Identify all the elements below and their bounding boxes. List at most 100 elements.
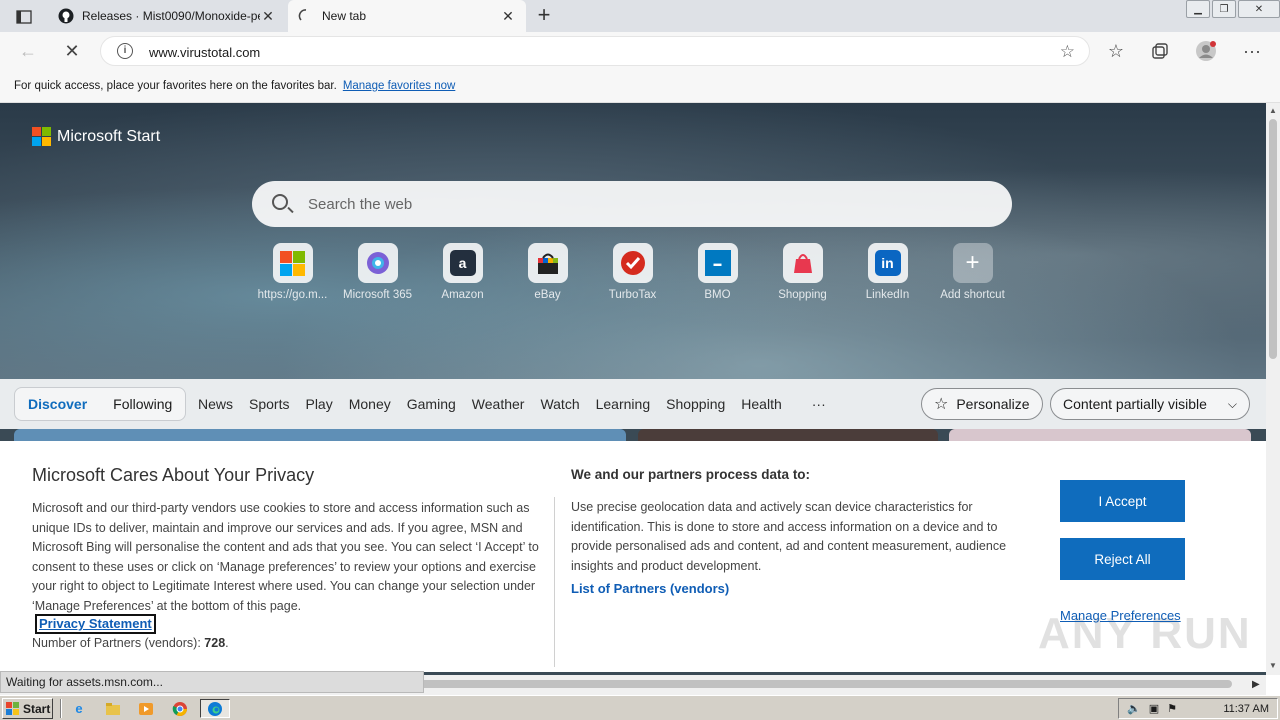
- shortcuts-row: https://go.m... Microsoft 365 a Amazon e…: [250, 243, 1015, 301]
- minimize-button[interactable]: ▁: [1186, 0, 1210, 18]
- favorites-hint: For quick access, place your favorites h…: [14, 80, 337, 92]
- shopping-icon: [782, 243, 823, 283]
- nav-gaming[interactable]: Gaming: [407, 396, 456, 412]
- amazon-icon: a: [442, 243, 483, 283]
- shortcut-amazon[interactable]: a Amazon: [420, 243, 505, 301]
- browser-toolbar: ← ✕ i www.virustotal.com ☆ ☆ ···: [0, 32, 1280, 70]
- dialog-divider: [554, 497, 555, 667]
- nav-sports[interactable]: Sports: [249, 396, 289, 412]
- shortcut-shopping[interactable]: Shopping: [760, 243, 845, 301]
- partners-count-suffix: .: [225, 636, 229, 650]
- search-input[interactable]: [308, 181, 988, 227]
- nav-weather[interactable]: Weather: [472, 396, 525, 412]
- content-visibility-dropdown[interactable]: Content partially visible ⌵: [1050, 388, 1250, 420]
- shortcut-linkedin[interactable]: in LinkedIn: [845, 243, 930, 301]
- favorites-bar: For quick access, place your favorites h…: [0, 70, 1280, 103]
- shortcut-turbotax[interactable]: TurboTax: [590, 243, 675, 301]
- shortcut-label: eBay: [534, 289, 561, 301]
- collections-icon: [1152, 43, 1168, 59]
- privacy-statement-link[interactable]: Privacy Statement: [35, 614, 156, 634]
- status-bar: Waiting for assets.msn.com...: [0, 671, 424, 693]
- personalize-label: Personalize: [956, 396, 1030, 412]
- shortcut-label: Amazon: [441, 289, 484, 301]
- profile-button[interactable]: [1192, 38, 1220, 64]
- process-description: Use precise geolocation data and activel…: [571, 500, 1007, 573]
- vertical-scrollbar[interactable]: ▲ ▼: [1266, 103, 1280, 675]
- microsoft-start-logo[interactable]: Microsoft Start: [32, 127, 160, 146]
- manage-preferences-link[interactable]: Manage Preferences: [1060, 608, 1181, 623]
- nav-learning[interactable]: Learning: [596, 396, 651, 412]
- close-tab-icon[interactable]: ✕: [500, 8, 516, 25]
- category-links: News Sports Play Money Gaming Weather Wa…: [190, 387, 834, 421]
- tab-discover[interactable]: Discover: [15, 396, 100, 412]
- network-icon[interactable]: ▣: [1149, 702, 1159, 715]
- chrome-icon[interactable]: [169, 699, 191, 718]
- search-icon: [272, 194, 288, 210]
- nav-money[interactable]: Money: [349, 396, 391, 412]
- nav-play[interactable]: Play: [305, 396, 332, 412]
- new-tab-button[interactable]: +: [532, 4, 556, 28]
- nav-shopping[interactable]: Shopping: [666, 396, 725, 412]
- search-box: [252, 181, 1012, 227]
- nav-news[interactable]: News: [198, 396, 233, 412]
- edge-icon[interactable]: [200, 699, 230, 718]
- partners-count-text: Number of Partners (vendors): 728.: [32, 636, 229, 650]
- shortcut-label: LinkedIn: [865, 289, 910, 301]
- close-window-button[interactable]: ✕: [1238, 0, 1280, 18]
- accept-button[interactable]: I Accept: [1060, 480, 1185, 522]
- scroll-thumb[interactable]: [1269, 119, 1277, 359]
- action-center-flag-icon[interactable]: ⚑: [1167, 702, 1177, 715]
- feed-navigation: Discover Following News Sports Play Mone…: [0, 379, 1266, 429]
- tab-actions-button[interactable]: [10, 6, 38, 28]
- scroll-down-icon[interactable]: ▼: [1269, 661, 1277, 670]
- back-button[interactable]: ←: [14, 38, 42, 64]
- loading-icon: [298, 9, 307, 21]
- nav-health[interactable]: Health: [741, 396, 781, 412]
- reject-all-button[interactable]: Reject All: [1060, 538, 1185, 580]
- address-bar[interactable]: i www.virustotal.com ☆: [100, 36, 1090, 66]
- close-tab-icon[interactable]: ✕: [260, 8, 276, 25]
- scroll-up-icon[interactable]: ▲: [1269, 106, 1277, 115]
- collections-button[interactable]: [1146, 38, 1174, 64]
- close-icon: ✕: [64, 40, 80, 61]
- manage-favorites-link[interactable]: Manage favorites now: [343, 80, 456, 92]
- add-favorite-icon[interactable]: ☆: [1060, 42, 1075, 62]
- folder-icon[interactable]: [102, 699, 124, 718]
- chevron-down-icon: ⌵: [1227, 396, 1237, 411]
- brand-name: Microsoft Start: [57, 127, 161, 145]
- ie-icon[interactable]: e: [68, 699, 90, 718]
- content-visibility-label: Content partially visible: [1063, 396, 1207, 412]
- tab-following[interactable]: Following: [100, 396, 185, 412]
- shortcut-add[interactable]: + Add shortcut: [930, 243, 1015, 301]
- linkedin-icon: in: [867, 243, 908, 283]
- taskbar: Start e 🔈 ▣ ⚑ 11:37 AM: [0, 695, 1280, 720]
- star-icon: ☆: [934, 396, 949, 413]
- shortcut-label: Add shortcut: [940, 289, 1005, 301]
- info-icon[interactable]: i: [117, 43, 133, 59]
- m365-icon: [357, 243, 398, 283]
- start-button[interactable]: Start: [2, 698, 53, 719]
- tab-github-releases[interactable]: Releases · Mist0090/Monoxide-pe ✕: [48, 0, 286, 32]
- shortcut-go-microsoft[interactable]: https://go.m...: [250, 243, 335, 301]
- shortcut-microsoft-365[interactable]: Microsoft 365: [335, 243, 420, 301]
- nav-watch[interactable]: Watch: [540, 396, 579, 412]
- volume-icon[interactable]: 🔈: [1127, 702, 1141, 715]
- microsoft-logo-icon: [32, 127, 51, 146]
- stop-loading-button[interactable]: ✕: [58, 38, 86, 64]
- personalize-button[interactable]: ☆ Personalize: [921, 388, 1043, 420]
- privacy-consent-dialog: Microsoft Cares About Your Privacy Micro…: [0, 441, 1266, 672]
- settings-menu-button[interactable]: ···: [1238, 38, 1266, 64]
- shortcut-ebay[interactable]: eBay: [505, 243, 590, 301]
- clock[interactable]: 11:37 AM: [1223, 703, 1269, 715]
- more-categories-icon[interactable]: ···: [812, 396, 826, 412]
- shortcut-bmo[interactable]: ▬ BMO: [675, 243, 760, 301]
- address-url[interactable]: www.virustotal.com: [149, 45, 260, 60]
- shortcut-label: Microsoft 365: [342, 289, 413, 301]
- media-player-icon[interactable]: [135, 699, 157, 718]
- favorites-button[interactable]: ☆: [1102, 38, 1130, 64]
- restore-button[interactable]: ❐: [1212, 0, 1236, 18]
- list-of-partners-link[interactable]: List of Partners (vendors): [571, 581, 729, 596]
- tab-new-tab[interactable]: New tab ✕: [288, 0, 526, 32]
- scroll-right-icon[interactable]: ▶: [1252, 679, 1260, 690]
- shortcut-label: https://go.m...: [257, 289, 328, 301]
